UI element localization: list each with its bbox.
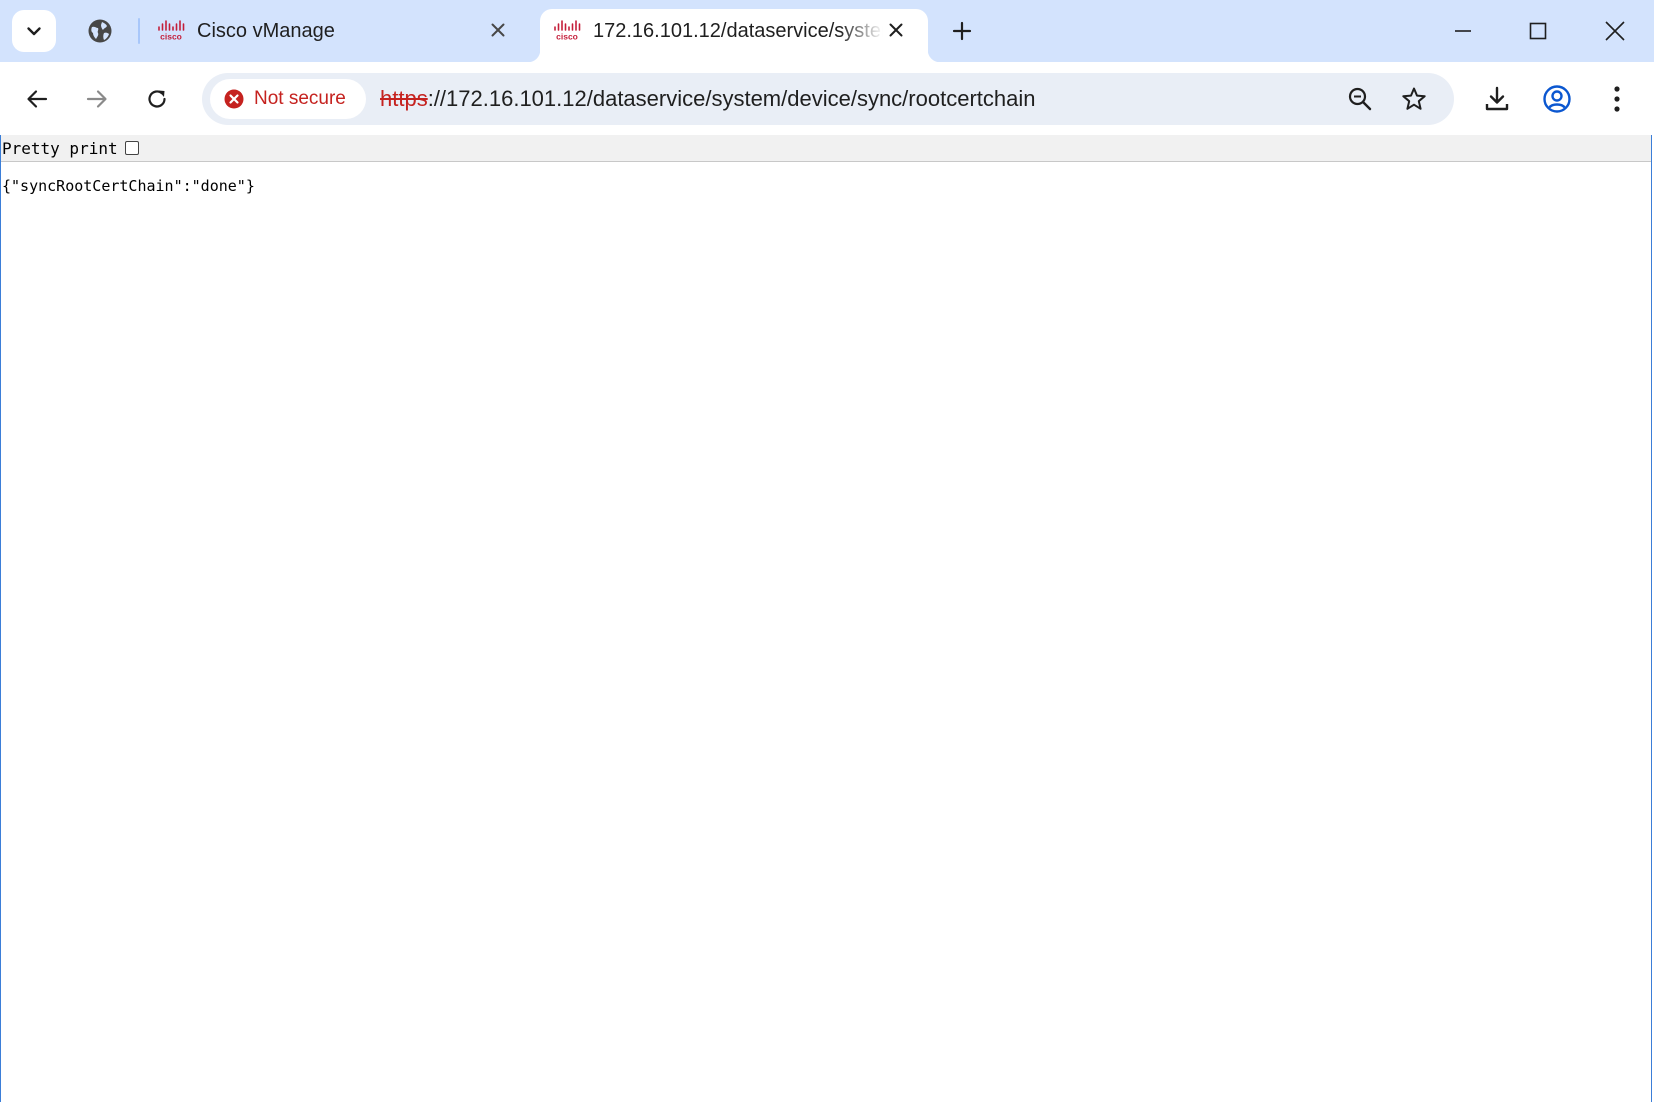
- zoom-out-icon: [1348, 87, 1372, 111]
- svg-text:cisco: cisco: [160, 32, 182, 42]
- download-icon: [1485, 86, 1509, 111]
- security-label: Not secure: [254, 88, 346, 109]
- close-icon: [1605, 21, 1625, 41]
- tab-search-button[interactable]: [12, 10, 56, 52]
- plus-icon: [952, 21, 972, 41]
- downloads-button[interactable]: [1476, 78, 1518, 120]
- globe-icon: [88, 19, 112, 43]
- pretty-print-bar: Pretty print: [1, 135, 1651, 162]
- minimize-icon: [1455, 30, 1471, 32]
- url-path: ://172.16.101.12/dataservice/system/devi…: [427, 86, 1036, 111]
- maximize-button[interactable]: [1503, 8, 1573, 54]
- arrow-left-icon: [27, 90, 48, 108]
- pretty-print-label: Pretty print: [2, 138, 118, 158]
- json-response: {"syncRootCertChain":"done"}: [2, 177, 255, 195]
- cisco-logo-icon: cisco: [554, 20, 581, 42]
- star-icon: [1402, 87, 1426, 110]
- tab-title: 172.16.101.12/dataservice/system/device/…: [593, 20, 883, 42]
- tab-cisco-vmanage[interactable]: cisco Cisco vManage: [144, 9, 530, 62]
- forward-button[interactable]: [76, 78, 118, 120]
- close-icon: [889, 23, 903, 37]
- tab-separator: [138, 18, 140, 44]
- error-icon: [224, 89, 244, 109]
- zoom-button[interactable]: [1340, 79, 1380, 119]
- back-button[interactable]: [16, 78, 58, 120]
- security-indicator[interactable]: Not secure: [210, 79, 366, 119]
- page-viewport: Pretty print {"syncRootCertChain":"done"…: [0, 135, 1652, 1102]
- maximize-icon: [1529, 22, 1547, 40]
- reload-icon: [148, 90, 166, 108]
- close-icon: [491, 23, 505, 37]
- tab-close-button[interactable]: [882, 16, 910, 44]
- tab-close-button[interactable]: [484, 16, 512, 44]
- menu-button[interactable]: [1596, 78, 1638, 120]
- browser-toolbar: Not secure https://172.16.101.12/dataser…: [0, 62, 1654, 135]
- url-text[interactable]: https://172.16.101.12/dataservice/system…: [380, 85, 1035, 113]
- tab-group-button[interactable]: [80, 11, 120, 51]
- chevron-down-icon: [27, 27, 41, 36]
- cisco-logo-icon: cisco: [158, 20, 185, 42]
- bookmark-button[interactable]: [1394, 79, 1434, 119]
- address-bar[interactable]: Not secure https://172.16.101.12/dataser…: [202, 73, 1454, 125]
- tab-strip: cisco Cisco vManage cisco 172.16.101.12/…: [0, 0, 1654, 62]
- account-circle-icon: [1543, 85, 1571, 113]
- arrow-right-icon: [86, 90, 107, 108]
- tab-rootcertchain[interactable]: cisco 172.16.101.12/dataservice/system/d…: [528, 9, 940, 62]
- more-vert-icon: [1614, 86, 1620, 112]
- reload-button[interactable]: [136, 78, 178, 120]
- minimize-button[interactable]: [1428, 8, 1498, 54]
- tab-title: Cisco vManage: [197, 20, 335, 42]
- new-tab-button[interactable]: [942, 11, 982, 51]
- url-scheme: https: [380, 86, 428, 111]
- svg-text:cisco: cisco: [556, 32, 578, 42]
- profile-button[interactable]: [1536, 78, 1578, 120]
- pretty-print-checkbox[interactable]: [124, 141, 139, 155]
- window-close-button[interactable]: [1580, 8, 1650, 54]
